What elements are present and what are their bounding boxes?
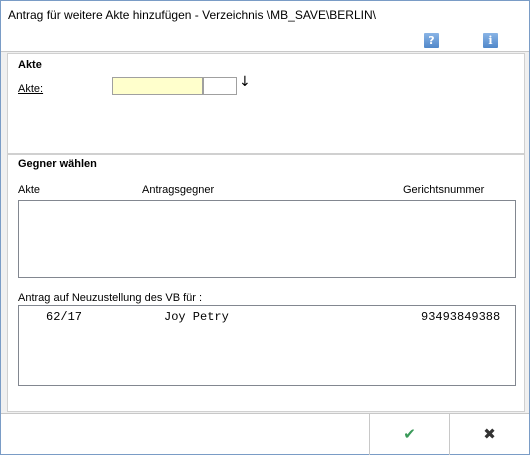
gegner-section: Gegner wählen Akte Antragsgegner Gericht… [7,154,525,412]
column-header-antragsgegner: Antragsgegner [142,184,215,196]
arrow-down-icon[interactable]: ↓ [239,75,251,89]
cancel-button[interactable]: ✖ [449,414,529,455]
close-icon: ✖ [483,425,496,443]
vb-row-name: Joy Petry [164,310,229,324]
check-icon: ✔ [403,425,416,443]
akte-input[interactable] [112,77,203,95]
column-header-akte: Akte [18,184,41,196]
vb-row-akte: 62/17 [46,310,83,324]
akte-suffix-input[interactable] [203,77,237,95]
button-bar: ✔ ✖ [1,413,529,455]
title-bar: Antrag für weitere Akte hinzufügen - Ver… [1,1,529,30]
akte-label: Akte: [18,83,44,95]
column-header-gerichtsnummer: Gerichtsnummer [403,184,485,196]
help-icon[interactable]: ? [424,33,439,48]
ok-button[interactable]: ✔ [369,414,449,455]
akte-section: Akte Akte: ↓ [7,53,525,154]
info-icon[interactable]: i [483,33,498,48]
help-toolbar: ? i [1,30,529,52]
gegner-list[interactable] [18,200,516,278]
dialog-window: Antrag für weitere Akte hinzufügen - Ver… [0,0,530,455]
vb-list-label: Antrag auf Neuzustellung des VB für : [18,292,203,304]
vb-row-nummer: 93493849388 [421,310,501,324]
akte-section-title: Akte [18,59,42,71]
window-title: Antrag für weitere Akte hinzufügen - Ver… [8,8,376,22]
vb-list[interactable]: 62/17 Joy Petry 93493849388 [18,305,516,386]
gegner-section-title: Gegner wählen [18,158,97,170]
